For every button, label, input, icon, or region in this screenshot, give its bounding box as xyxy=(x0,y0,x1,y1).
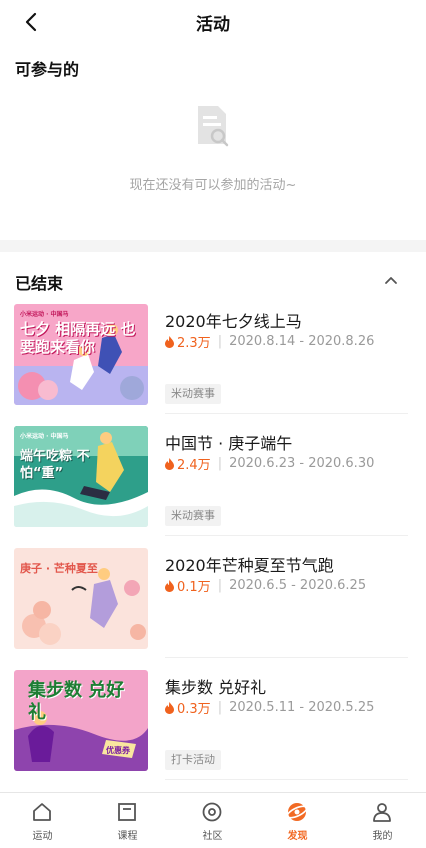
bottom-tab-bar: 运动 课程 社区 发现 我的 xyxy=(0,792,426,848)
activity-tag: 米动赛事 xyxy=(165,506,221,526)
banner-badge: 优惠券 xyxy=(106,746,130,755)
page-title: 活动 xyxy=(196,15,230,35)
activity-tag: 打卡活动 xyxy=(165,750,221,770)
heat-count: 0.1万 xyxy=(177,580,211,595)
home-icon xyxy=(33,803,51,821)
meta-separator: | xyxy=(217,334,223,349)
row-divider xyxy=(165,779,408,780)
activity-banner: 庚子 · 芒种夏至 xyxy=(14,548,148,649)
discover-icon xyxy=(286,803,308,821)
heat-count: 0.3万 xyxy=(177,702,211,717)
activity-name: 集步数 兑好礼 xyxy=(165,678,267,697)
banner-title: 集步数 兑好礼 xyxy=(28,680,125,723)
activity-item[interactable]: 小米运动 · 中国马 端午吃粽 不怕“重” 中国节 · 庚子端午 2.4万 | … xyxy=(0,414,426,536)
activity-dates: 2020.6.23 - 2020.6.30 xyxy=(229,456,375,471)
banner-title: 庚子 · 芒种夏至 xyxy=(20,562,98,575)
banner-title: 七夕 相隔再远 也要跑来看你 xyxy=(20,320,136,356)
activity-name: 2020年七夕线上马 xyxy=(165,312,302,331)
tab-label: 我的 xyxy=(372,831,393,842)
tab-discover[interactable]: 发现 xyxy=(255,793,340,848)
activity-tag: 米动赛事 xyxy=(165,384,221,404)
activity-banner: 小米运动 · 中国马 端午吃粽 不怕“重” xyxy=(14,426,148,527)
course-icon xyxy=(118,803,136,821)
community-icon xyxy=(202,802,222,822)
activity-name: 2020年芒种夏至节气跑 xyxy=(165,556,334,575)
banner-logo: 小米运动 · 中国马 xyxy=(20,311,69,318)
tab-label: 运动 xyxy=(32,831,53,842)
fire-icon xyxy=(165,579,174,592)
tab-profile[interactable]: 我的 xyxy=(340,793,425,848)
activity-meta: 0.1万 | 2020.6.5 - 2020.6.25 xyxy=(165,576,366,595)
profile-icon xyxy=(373,803,391,822)
tab-label: 课程 xyxy=(117,831,138,842)
meta-separator: | xyxy=(217,456,223,471)
activity-meta: 2.4万 | 2020.6.23 - 2020.6.30 xyxy=(165,454,374,473)
empty-state-text: 现在还没有可以参加的活动~ xyxy=(129,178,297,193)
available-section-title: 可参与的 xyxy=(15,60,80,79)
empty-document-icon xyxy=(198,106,229,147)
tab-sport[interactable]: 运动 xyxy=(0,793,85,848)
activity-item[interactable]: 集步数 兑好礼 优惠券 集步数 兑好礼 0.3万 | 2020.5.11 - 2… xyxy=(0,658,426,780)
tab-course[interactable]: 课程 xyxy=(85,793,170,848)
activity-meta: 2.3万 | 2020.8.14 - 2020.8.26 xyxy=(165,332,374,351)
fire-icon xyxy=(165,457,174,470)
activity-item[interactable]: 庚子 · 芒种夏至 2020年芒种夏至节气跑 0.1万 | 2020.6.5 -… xyxy=(0,536,426,658)
banner-title: 端午吃粽 不怕“重” xyxy=(20,449,90,481)
heat-count: 2.4万 xyxy=(177,458,211,473)
activity-meta: 0.3万 | 2020.5.11 - 2020.5.25 xyxy=(165,698,374,717)
meta-separator: | xyxy=(217,578,223,593)
meta-separator: | xyxy=(217,700,223,715)
nav-bar: 活动 xyxy=(0,0,426,44)
tab-label: 社区 xyxy=(202,831,223,842)
heat-count: 2.3万 xyxy=(177,336,211,351)
activity-dates: 2020.8.14 - 2020.8.26 xyxy=(229,334,375,349)
tab-label: 发现 xyxy=(287,831,308,842)
tab-community[interactable]: 社区 xyxy=(170,793,255,848)
ended-section-title: 已结束 xyxy=(15,274,64,293)
banner-logo: 小米运动 · 中国马 xyxy=(20,433,69,440)
activity-item[interactable]: 小米运动 · 中国马 七夕 相隔再远 也要跑来看你 2020年七夕线上马 2.3… xyxy=(0,292,426,414)
fire-icon xyxy=(165,335,174,348)
activity-banner: 集步数 兑好礼 优惠券 xyxy=(14,670,148,771)
activity-dates: 2020.5.11 - 2020.5.25 xyxy=(229,700,375,715)
activity-dates: 2020.6.5 - 2020.6.25 xyxy=(229,578,367,593)
chevron-up-icon[interactable] xyxy=(382,272,400,290)
activity-name: 中国节 · 庚子端午 xyxy=(165,434,293,453)
fire-icon xyxy=(165,701,174,714)
empty-state: 现在还没有可以参加的活动~ xyxy=(0,104,426,224)
activity-banner: 小米运动 · 中国马 七夕 相隔再远 也要跑来看你 xyxy=(14,304,148,405)
section-divider xyxy=(0,240,426,252)
